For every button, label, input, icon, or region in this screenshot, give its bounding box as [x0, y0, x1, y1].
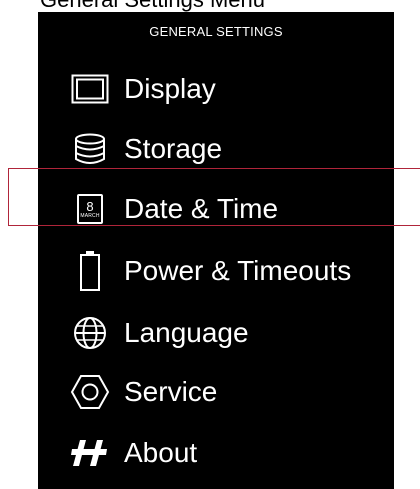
menu-item-date-time[interactable]: 8 MARCH Date & Time — [38, 184, 394, 234]
storage-icon — [68, 130, 112, 168]
menu-item-about[interactable]: About — [38, 428, 394, 478]
calendar-icon: 8 MARCH — [68, 190, 112, 228]
battery-icon — [68, 251, 112, 291]
menu-item-label: Date & Time — [124, 193, 279, 224]
menu-caption: General Settings Menu — [40, 0, 410, 12]
menu-item-service[interactable]: Service — [38, 367, 394, 417]
menu-item-label: Power & Timeouts — [124, 255, 352, 286]
service-icon — [68, 373, 112, 411]
calendar-day: 8 — [86, 198, 94, 214]
menu-item-display[interactable]: Display — [38, 64, 394, 114]
menu-item-storage[interactable]: Storage — [38, 124, 394, 174]
menu-item-power-timeouts[interactable]: Power & Timeouts — [38, 246, 394, 296]
globe-icon — [68, 314, 112, 352]
brand-logo-icon — [68, 434, 112, 472]
menu-header: GENERAL SETTINGS — [149, 24, 283, 39]
menu-item-label: Language — [124, 317, 249, 348]
general-settings-menu: GENERAL SETTINGS Display Storage 8 MARCH… — [38, 12, 394, 489]
display-icon — [68, 70, 112, 108]
calendar-month: MARCH — [80, 212, 100, 219]
menu-item-label: About — [124, 437, 198, 468]
menu-item-language[interactable]: Language — [38, 308, 394, 358]
menu-item-label: Display — [124, 73, 216, 104]
menu-item-label: Service — [124, 376, 218, 407]
menu-item-label: Storage — [124, 133, 223, 164]
